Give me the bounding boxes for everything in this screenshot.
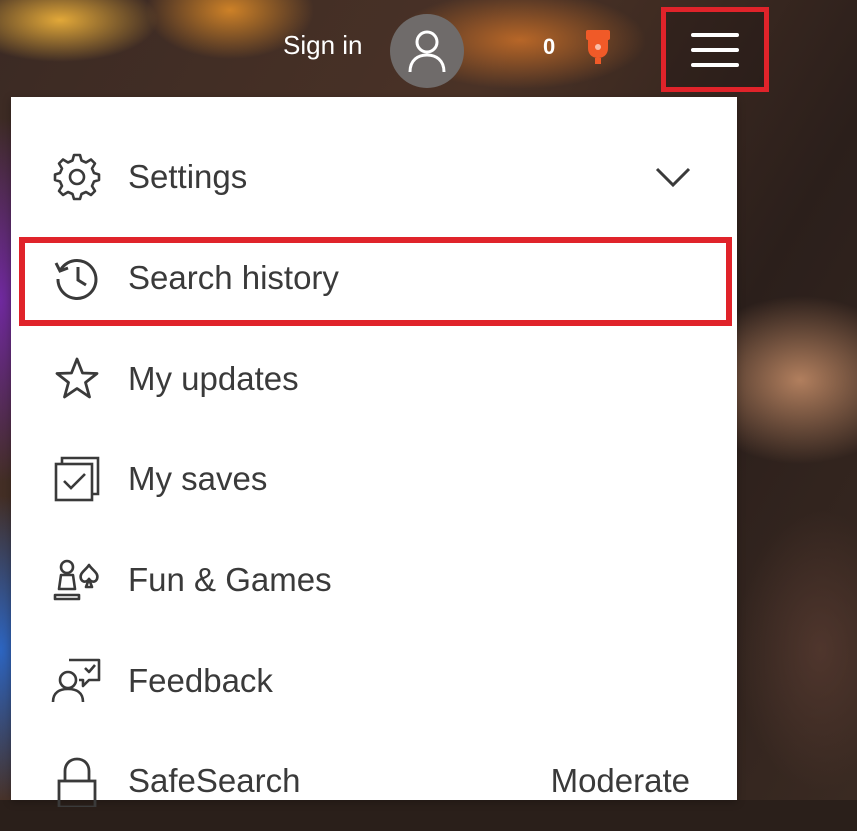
my-saves-label: My saves <box>128 460 268 497</box>
top-bar: Sign in 0 <box>0 0 857 96</box>
avatar[interactable] <box>390 14 464 88</box>
menu-item-safesearch[interactable]: SafeSearch Moderate <box>11 731 737 831</box>
fun-games-label: Fun & Games <box>128 561 332 598</box>
settings-label: Settings <box>128 158 248 195</box>
menu-item-feedback[interactable]: Feedback <box>11 631 737 731</box>
sign-in-link[interactable]: Sign in <box>283 30 363 61</box>
hamburger-icon <box>691 32 739 67</box>
feedback-label: Feedback <box>128 662 273 699</box>
trophy-icon[interactable] <box>578 28 618 68</box>
user-icon <box>407 28 447 74</box>
menu-item-search-history[interactable]: Search history <box>11 228 737 328</box>
games-icon <box>51 554 103 606</box>
gear-icon <box>51 151 103 203</box>
menu-item-my-saves[interactable]: My saves <box>11 429 737 529</box>
lock-icon <box>51 755 103 807</box>
my-updates-label: My updates <box>128 360 299 397</box>
rewards-points[interactable]: 0 <box>543 34 555 60</box>
menu-item-fun-games[interactable]: Fun & Games <box>11 530 737 630</box>
feedback-icon <box>51 655 103 707</box>
menu-item-my-updates[interactable]: My updates <box>11 329 737 429</box>
saves-icon <box>51 453 103 505</box>
menu-button[interactable] <box>661 7 769 92</box>
search-history-label: Search history <box>128 259 339 296</box>
dropdown-menu: Settings Search history My updates My sa… <box>11 97 737 807</box>
menu-item-settings[interactable]: Settings <box>11 127 737 227</box>
safesearch-value: Moderate <box>550 762 690 799</box>
chevron-down-icon[interactable] <box>653 157 693 197</box>
star-icon <box>51 353 103 405</box>
safesearch-label: SafeSearch <box>128 762 301 799</box>
history-icon <box>51 252 103 304</box>
